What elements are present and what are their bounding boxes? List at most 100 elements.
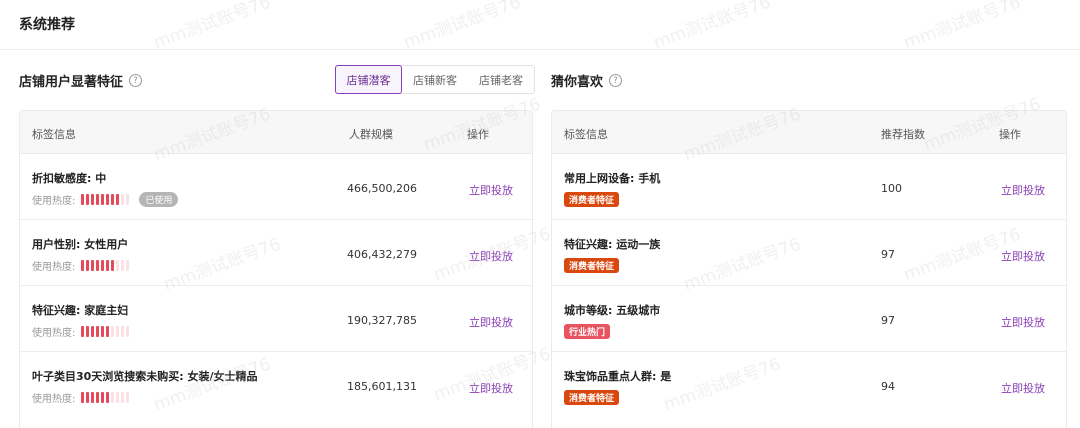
left-section-title-text: 店铺用户显著特征: [19, 75, 124, 90]
table-row: 特征兴趣: 家庭主妇 使用热度: 190,327,785 立即投放: [20, 285, 532, 351]
heat-bar-segment: [106, 260, 110, 271]
tab-potential-customers[interactable]: 店铺潜客: [335, 65, 402, 94]
page-header: 系统推荐: [0, 0, 1080, 50]
heat-bar-segment: [96, 392, 100, 403]
heat-bar-segment: [121, 392, 125, 403]
help-icon[interactable]: ?: [129, 74, 143, 87]
column-header-action: 操作: [467, 128, 489, 141]
launch-now-link[interactable]: 立即投放: [1001, 182, 1045, 198]
heat-bar-segment: [81, 392, 85, 403]
heat-bars: [81, 326, 130, 337]
recommend-score: 100: [881, 182, 902, 195]
heat-bar-segment: [96, 260, 100, 271]
recommend-score: 94: [881, 380, 895, 393]
tag-name: 珠宝饰品重点人群: 是: [564, 370, 672, 383]
right-section-title-text: 猜你喜欢: [551, 75, 604, 90]
heat-bar-segment: [86, 260, 90, 271]
heat-bars: [81, 392, 130, 403]
tag-name: 叶子类目30天浏览搜索未购买: 女装/女士精品: [32, 370, 258, 383]
heat-bar-segment: [111, 392, 115, 403]
heat-bar-segment: [91, 194, 95, 205]
launch-now-link[interactable]: 立即投放: [1001, 314, 1045, 330]
launch-now-link[interactable]: 立即投放: [1001, 380, 1045, 396]
recommend-score: 97: [881, 314, 895, 327]
recommendation-table: 标签信息 推荐指数 操作 常用上网设备: 手机 消费者特征 100 立即投放 特征兴趣:…: [551, 110, 1067, 428]
column-header-tag-info: 标签信息: [564, 128, 608, 141]
tag-name: 常用上网设备: 手机: [564, 172, 661, 185]
table-row: 城市等级: 五级城市 行业热门 97 立即投放: [552, 285, 1066, 351]
heat-bar-segment: [96, 194, 100, 205]
usage-heat: 使用热度:: [32, 324, 130, 339]
heat-bars: [81, 260, 130, 271]
heat-bar-segment: [91, 326, 95, 337]
heat-bar-segment: [81, 194, 85, 205]
heat-bar-segment: [101, 326, 105, 337]
audience-size: 466,500,206: [347, 182, 417, 195]
heat-bar-segment: [126, 326, 130, 337]
heat-bar-segment: [96, 326, 100, 337]
audience-size: 406,432,279: [347, 248, 417, 261]
column-header-score: 推荐指数: [881, 128, 925, 141]
heat-bar-segment: [86, 392, 90, 403]
heat-bar-segment: [121, 194, 125, 205]
tag-badge: 消费者特征: [564, 258, 620, 273]
table-header: 标签信息 推荐指数 操作: [552, 111, 1066, 153]
tag-name: 用户性别: 女性用户: [32, 238, 129, 251]
usage-heat-label: 使用热度:: [32, 262, 76, 273]
heat-bar-segment: [126, 392, 130, 403]
heat-bar-segment: [81, 326, 85, 337]
heat-bar-segment: [116, 326, 120, 337]
store-features-table: 标签信息 人群规模 操作 折扣敏感度: 中使用热度: 已使用 466,500,206…: [19, 110, 533, 428]
column-header-action: 操作: [999, 128, 1021, 141]
heat-bar-segment: [106, 326, 110, 337]
launch-now-link[interactable]: 立即投放: [469, 248, 513, 264]
launch-now-link[interactable]: 立即投放: [469, 182, 513, 198]
tag-name: 折扣敏感度: 中: [32, 172, 107, 185]
tag-badge: 消费者特征: [564, 390, 620, 405]
heat-bar-segment: [86, 326, 90, 337]
heat-bar-segment: [91, 392, 95, 403]
heat-bar-segment: [101, 260, 105, 271]
table-row: 珠宝饰品重点人群: 是消费者特征 94 立即投放: [552, 351, 1066, 417]
tab-new-customers[interactable]: 店铺新客: [402, 66, 468, 93]
column-header-audience-size: 人群规模: [349, 128, 393, 141]
table-row: 叶子类目30天浏览搜索未购买: 女装/女士精品 使用热度: 185,601,131 立…: [20, 351, 532, 417]
heat-bar-segment: [116, 260, 120, 271]
customer-type-tabs: 店铺潜客 店铺新客 店铺老客: [335, 65, 535, 94]
table-row: 用户性别: 女性用户 使用热度: 406,432,279 立即投放: [20, 219, 532, 285]
launch-now-link[interactable]: 立即投放: [469, 380, 513, 396]
heat-bar-segment: [121, 260, 125, 271]
usage-heat-label: 使用热度:: [32, 394, 76, 405]
usage-heat: 使用热度:: [32, 390, 130, 405]
tag-badge: 消费者特征: [564, 192, 620, 207]
heat-bars: [81, 194, 130, 205]
usage-heat: 使用热度:: [32, 258, 130, 273]
tag-name: 特征兴趣: 家庭主妇: [32, 304, 129, 317]
heat-bar-segment: [121, 326, 125, 337]
launch-now-link[interactable]: 立即投放: [469, 314, 513, 330]
launch-now-link[interactable]: 立即投放: [1001, 248, 1045, 264]
heat-bar-segment: [106, 194, 110, 205]
heat-bar-segment: [126, 194, 130, 205]
table-row: 特征兴趣: 运动一族 消费者特征 97 立即投放: [552, 219, 1066, 285]
help-icon[interactable]: ?: [609, 74, 623, 87]
heat-bar-segment: [81, 260, 85, 271]
audience-size: 190,327,785: [347, 314, 417, 327]
heat-bar-segment: [116, 194, 120, 205]
tag-name: 城市等级: 五级城市: [564, 304, 661, 317]
usage-heat: 使用热度: 已使用: [32, 192, 179, 207]
audience-size: 185,601,131: [347, 380, 417, 393]
recommend-score: 97: [881, 248, 895, 261]
heat-bar-segment: [91, 260, 95, 271]
tag-badge: 行业热门: [564, 324, 611, 339]
heat-bar-segment: [111, 326, 115, 337]
heat-bar-segment: [106, 392, 110, 403]
heat-bar-segment: [101, 392, 105, 403]
usage-heat-label: 使用热度:: [32, 196, 76, 207]
table-header: 标签信息 人群规模 操作: [20, 111, 532, 153]
heat-bar-segment: [116, 392, 120, 403]
left-section-title: 店铺用户显著特征 ?: [19, 71, 143, 90]
column-header-tag-info: 标签信息: [32, 128, 76, 141]
tab-old-customers[interactable]: 店铺老客: [468, 66, 534, 93]
heat-bar-segment: [126, 260, 130, 271]
